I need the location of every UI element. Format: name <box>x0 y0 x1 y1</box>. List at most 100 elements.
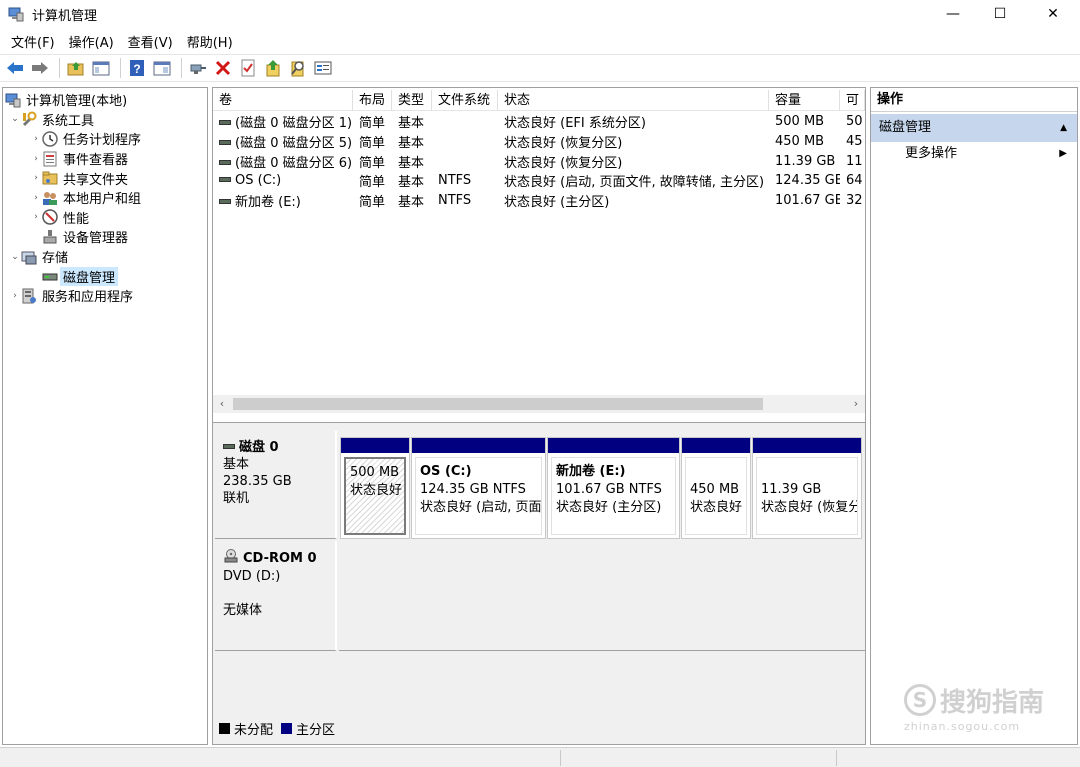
toolbar-separator <box>181 58 182 78</box>
export-icon[interactable] <box>262 57 284 79</box>
connect-icon[interactable] <box>187 57 209 79</box>
toolbar-separator <box>59 58 60 78</box>
show-hide-tree-icon[interactable] <box>90 57 112 79</box>
tree-item-disk-management[interactable]: 磁盘管理 <box>3 266 207 286</box>
volume-icon <box>219 159 231 165</box>
tree-item-system-tools[interactable]: ⌄ 系统工具 <box>3 110 207 130</box>
chevron-right-icon[interactable]: › <box>30 134 42 144</box>
column-header-status[interactable]: 状态 <box>498 90 769 111</box>
forward-icon[interactable] <box>29 57 51 79</box>
minimize-button[interactable]: — <box>930 0 976 28</box>
partition-new-volume-e[interactable]: 新加卷 (E:) 101.67 GB NTFS 状态良好 (主分区) <box>547 437 680 539</box>
disk0-label[interactable]: 磁盘 0 基本 238.35 GB 联机 <box>215 431 337 539</box>
back-icon[interactable] <box>4 57 26 79</box>
chevron-right-icon[interactable]: › <box>30 193 42 203</box>
disk-icon <box>223 444 235 449</box>
watermark-logo: S <box>904 684 936 716</box>
volume-name: (磁盘 0 磁盘分区 1) <box>235 116 353 132</box>
volume-icon <box>219 120 231 126</box>
tree-item-computer-management[interactable]: 计算机管理(本地) <box>3 90 207 110</box>
properties-view-icon[interactable] <box>151 57 173 79</box>
chevron-right-icon[interactable]: › <box>9 291 21 301</box>
details-icon[interactable] <box>312 57 334 79</box>
tree-label: 服务和应用程序 <box>42 290 134 306</box>
collapse-up-icon[interactable]: ▲ <box>1060 114 1067 142</box>
chevron-right-icon[interactable]: › <box>30 173 42 183</box>
legend-unallocated: 未分配 <box>234 722 274 738</box>
cdrom0-label[interactable]: CD-ROM 0 DVD (D:) 无媒体 <box>215 541 337 651</box>
partition-size: 450 MB <box>690 482 740 497</box>
tree-label: 计算机管理(本地) <box>26 94 128 110</box>
table-row[interactable]: (磁盘 0 磁盘分区 6) 简单 基本 状态良好 (恢复分区) 11.39 GB… <box>213 151 865 171</box>
volume-capacity: 11.39 GB <box>775 153 836 169</box>
tools-icon <box>21 111 37 127</box>
tree-item-services[interactable]: › 服务和应用程序 <box>3 286 207 306</box>
volume-status: 状态良好 (恢复分区) <box>504 155 623 171</box>
menu-file[interactable]: 文件(F) <box>4 32 62 51</box>
search-icon[interactable] <box>287 57 309 79</box>
close-button[interactable]: ✕ <box>1030 0 1076 28</box>
chevron-right-icon[interactable]: › <box>30 154 42 164</box>
volume-name: (磁盘 0 磁盘分区 5) <box>235 136 353 152</box>
volume-status: 状态良好 (启动, 页面文件, 故障转储, 主分区) <box>504 175 765 191</box>
menu-bar: 文件(F) 操作(A) 查看(V) 帮助(H) <box>0 30 1080 52</box>
scroll-left-button[interactable]: ‹ <box>213 395 231 413</box>
tree-label: 事件查看器 <box>63 153 129 169</box>
device-manager-icon <box>42 229 58 245</box>
partition-title: 新加卷 (E:) <box>556 464 626 479</box>
column-header-layout[interactable]: 布局 <box>353 90 392 111</box>
primary-partition-bar <box>341 438 409 453</box>
column-header-volume[interactable]: 卷 <box>213 90 353 111</box>
partition-size: 124.35 GB NTFS <box>420 482 526 497</box>
primary-partition-bar <box>412 438 545 453</box>
more-actions-label: 更多操作 <box>905 146 958 161</box>
tree-item-storage[interactable]: ⌄ 存储 <box>3 247 207 267</box>
tree-item-local-users[interactable]: › 本地用户和组 <box>3 188 207 208</box>
table-row[interactable]: (磁盘 0 磁盘分区 1) 简单 基本 状态良好 (EFI 系统分区) 500 … <box>213 112 865 132</box>
status-divider <box>560 750 561 766</box>
menu-view[interactable]: 查看(V) <box>121 32 180 51</box>
volume-icon <box>219 140 231 146</box>
chevron-down-icon[interactable]: ⌄ <box>9 114 21 124</box>
tree-item-shared-folders[interactable]: › 共享文件夹 <box>3 168 207 188</box>
clock-icon <box>42 131 58 147</box>
menu-help[interactable]: 帮助(H) <box>180 32 240 51</box>
help-icon[interactable]: ? <box>126 57 148 79</box>
cdrom0-name: CD-ROM 0 <box>243 551 317 566</box>
column-header-free[interactable]: 可 <box>840 90 865 111</box>
volume-capacity: 101.67 GB <box>775 193 840 209</box>
cdrom0-volume-area[interactable] <box>339 539 865 651</box>
more-actions-item[interactable]: 更多操作 ▶ <box>871 142 1077 166</box>
tree-label: 存储 <box>42 251 69 267</box>
actions-section-disk-management[interactable]: 磁盘管理 ▲ <box>871 114 1077 142</box>
chevron-right-icon[interactable]: › <box>30 212 42 222</box>
delete-icon[interactable] <box>212 57 234 79</box>
horizontal-scrollbar[interactable]: ‹ › <box>213 395 865 413</box>
maximize-button[interactable]: ☐ <box>977 0 1023 28</box>
tree-item-performance[interactable]: › 性能 <box>3 208 207 228</box>
chevron-down-icon[interactable]: ⌄ <box>9 252 21 262</box>
scroll-right-button[interactable]: › <box>847 395 865 413</box>
partition-recovery-11gb[interactable]: 11.39 GB 状态良好 (恢复分 <box>752 437 862 539</box>
table-row[interactable]: 新加卷 (E:) 简单 基本 NTFS 状态良好 (主分区) 101.67 GB… <box>213 191 865 211</box>
check-icon[interactable] <box>237 57 259 79</box>
menu-action[interactable]: 操作(A) <box>62 32 121 51</box>
submenu-arrow-icon: ▶ <box>1059 148 1067 159</box>
tree-item-task-scheduler[interactable]: › 任务计划程序 <box>3 129 207 149</box>
up-folder-icon[interactable] <box>65 57 87 79</box>
column-header-capacity[interactable]: 容量 <box>769 90 840 111</box>
tree-item-event-viewer[interactable]: › 事件查看器 <box>3 149 207 169</box>
tree-label: 性能 <box>63 211 90 227</box>
legend-swatch-primary <box>281 722 293 734</box>
column-header-type[interactable]: 类型 <box>392 90 432 111</box>
column-header-filesystem[interactable]: 文件系统 <box>432 90 498 111</box>
partition-size: 101.67 GB NTFS <box>556 482 662 497</box>
scrollbar-thumb[interactable] <box>233 398 763 410</box>
table-row[interactable]: (磁盘 0 磁盘分区 5) 简单 基本 状态良好 (恢复分区) 450 MB 4… <box>213 132 865 152</box>
partition-efi[interactable]: 500 MB 状态良好 <box>340 437 410 539</box>
partition-os-c[interactable]: OS (C:) 124.35 GB NTFS 状态良好 (启动, 页面 <box>411 437 546 539</box>
services-icon <box>21 288 37 304</box>
partition-recovery-450mb[interactable]: 450 MB 状态良好 <box>681 437 751 539</box>
table-row[interactable]: OS (C:) 简单 基本 NTFS 状态良好 (启动, 页面文件, 故障转储,… <box>213 171 865 191</box>
tree-item-device-manager[interactable]: 设备管理器 <box>3 227 207 247</box>
